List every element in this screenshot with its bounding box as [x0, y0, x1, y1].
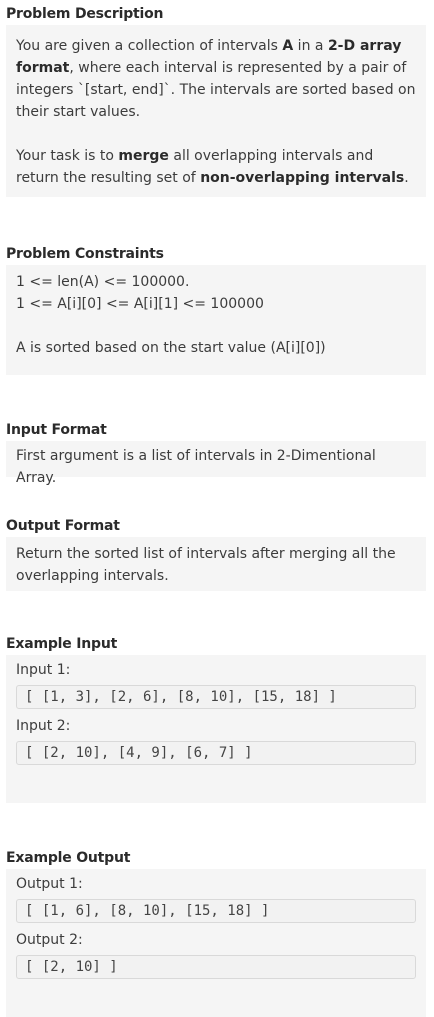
output-format-heading: Output Format — [6, 518, 120, 534]
constraints-heading: Problem Constraints — [6, 246, 164, 262]
output-format-text: Return the sorted list of intervals afte… — [16, 546, 396, 584]
input-2-code: [ [2, 10], [4, 9], [6, 7] ] — [16, 741, 416, 765]
output-2-label: Output 2: — [16, 932, 83, 948]
constraint-line: 1 <= len(A) <= 100000. — [16, 274, 190, 290]
text: in a — [293, 38, 328, 54]
example-output-box: Output 1: [ [1, 6], [8, 10], [15, 18] ] … — [6, 869, 426, 1017]
constraint-line: 1 <= A[i][0] <= A[i][1] <= 100000 — [16, 296, 264, 312]
constraint-line: A is sorted based on the start value (A[… — [16, 340, 326, 356]
output-1-label: Output 1: — [16, 876, 83, 892]
input-1-code: [ [1, 3], [2, 6], [8, 10], [15, 18] ] — [16, 685, 416, 709]
bold-text: non-overlapping intervals — [200, 170, 405, 186]
output-format-box: Return the sorted list of intervals afte… — [6, 537, 426, 591]
output-2-code: [ [2, 10] ] — [16, 955, 416, 979]
input-format-box: First argument is a list of intervals in… — [6, 441, 426, 486]
description-paragraph-1: You are given a collection of intervals … — [16, 35, 416, 123]
text: . — [404, 170, 409, 186]
text: Your task is to — [16, 148, 119, 164]
input-format-heading: Input Format — [6, 422, 107, 438]
problem-statement: Problem Description You are given a coll… — [6, 0, 426, 1017]
example-output-heading: Example Output — [6, 850, 131, 866]
description-box: You are given a collection of intervals … — [6, 25, 426, 197]
description-heading: Problem Description — [6, 6, 164, 22]
description-paragraph-2: Your task is to merge all overlapping in… — [16, 145, 416, 189]
input-2-label: Input 2: — [16, 718, 71, 734]
bold-text: merge — [118, 148, 169, 164]
example-input-box: Input 1: [ [1, 3], [2, 6], [8, 10], [15,… — [6, 655, 426, 803]
text: , where each interval is represented by … — [16, 60, 416, 120]
output-1-code: [ [1, 6], [8, 10], [15, 18] ] — [16, 899, 416, 923]
text: You are given a collection of intervals — [16, 38, 283, 54]
bold-text: A — [282, 38, 294, 54]
example-input-heading: Example Input — [6, 636, 118, 652]
constraints-box: 1 <= len(A) <= 100000. 1 <= A[i][0] <= A… — [6, 265, 426, 375]
input-1-label: Input 1: — [16, 662, 71, 678]
